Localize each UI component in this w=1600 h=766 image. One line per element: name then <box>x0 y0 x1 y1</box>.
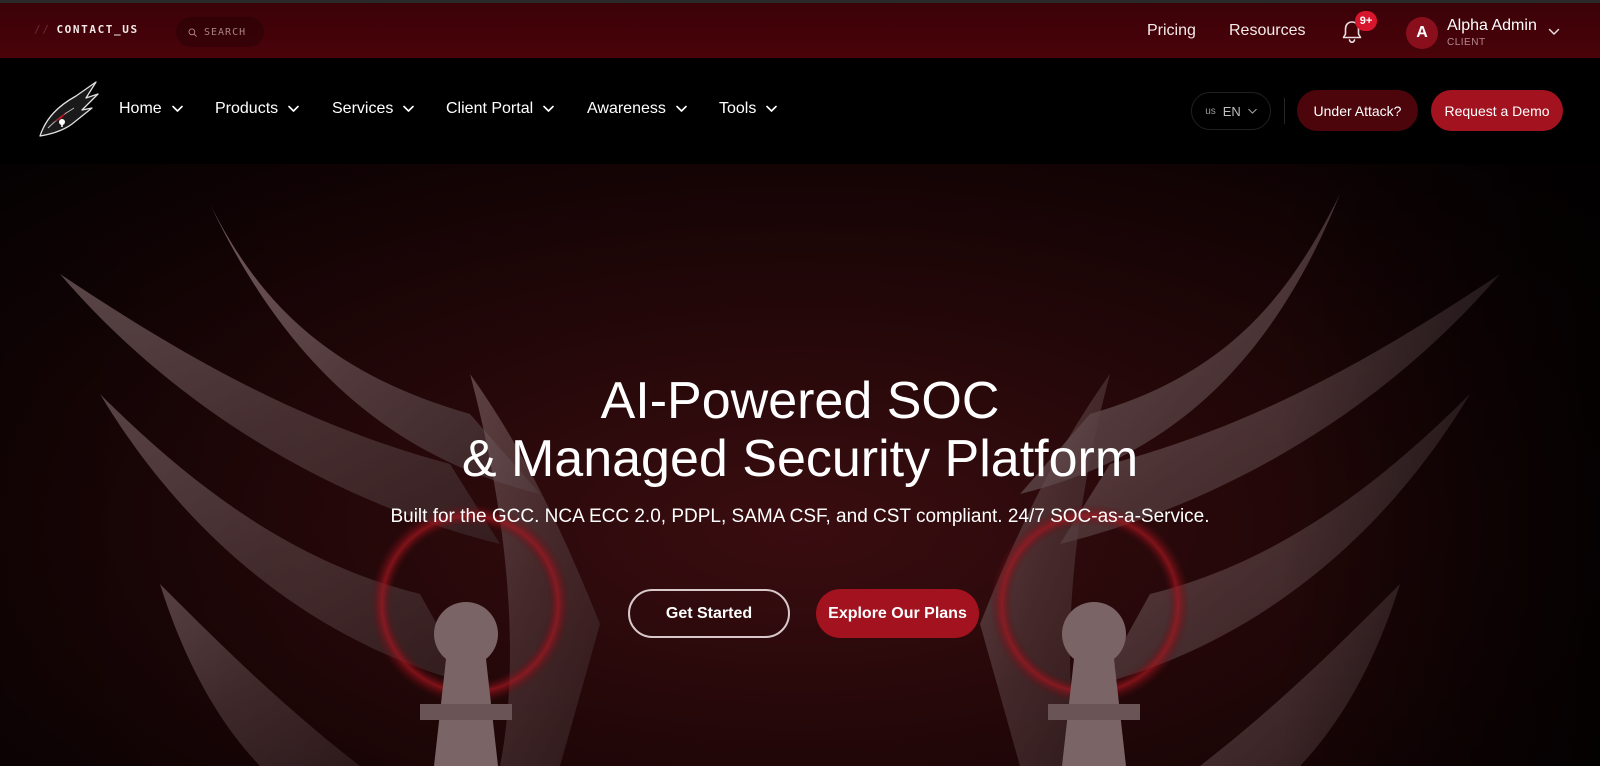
nav-awareness[interactable]: Awareness <box>587 100 687 118</box>
language-selector[interactable]: us EN <box>1191 92 1271 130</box>
chevron-down-icon <box>171 105 183 112</box>
hero-subtitle: Built for the GCC. NCA ECC 2.0, PDPL, SA… <box>390 506 1210 527</box>
nav-products-label: Products <box>215 100 279 117</box>
nav-home-label: Home <box>119 100 162 117</box>
nav-home[interactable]: Home <box>119 100 183 118</box>
language-code: EN <box>1222 103 1241 119</box>
nav-client-portal-label: Client Portal <box>446 100 534 117</box>
top-utility-bar: // CONTACT_US Pricing Resources 9+ A Alph… <box>0 0 1600 58</box>
nav-tools[interactable]: Tools <box>719 100 778 118</box>
nav-services-label: Services <box>332 100 394 117</box>
chevron-down-icon <box>1248 108 1257 114</box>
dragon-logo[interactable] <box>36 78 100 142</box>
hero-title: AI-Powered SOC & Managed Security Platfo… <box>0 372 1600 488</box>
chevron-down-icon <box>676 105 687 112</box>
hero-title-line2: & Managed Security Platform <box>461 430 1139 488</box>
search-input[interactable] <box>204 26 264 38</box>
user-name[interactable]: Alpha Admin <box>1447 17 1537 35</box>
main-navbar: Home Products Services Client Portal Awa… <box>0 58 1600 164</box>
request-demo-button[interactable]: Request a Demo <box>1431 90 1563 131</box>
nav-tools-label: Tools <box>719 100 757 117</box>
contact-us-label: CONTACT_US <box>56 23 139 36</box>
explore-plans-button[interactable]: Explore Our Plans <box>816 589 979 638</box>
chevron-down-icon <box>543 105 554 112</box>
nav-client-portal[interactable]: Client Portal <box>446 100 554 118</box>
us-flag-icon: us <box>1205 105 1216 117</box>
nav-divider <box>1284 98 1285 124</box>
user-role: CLIENT <box>1447 37 1486 48</box>
chevron-down-icon <box>403 105 415 112</box>
search-icon <box>188 28 197 37</box>
contact-prefix: // <box>34 23 51 36</box>
get-started-button[interactable]: Get Started <box>628 589 790 638</box>
chevron-down-icon <box>288 105 299 112</box>
pricing-link[interactable]: Pricing <box>1147 22 1196 40</box>
resources-link[interactable]: Resources <box>1229 22 1305 40</box>
hero-section: AI-Powered SOC & Managed Security Platfo… <box>0 164 1600 766</box>
nav-awareness-label: Awareness <box>587 100 666 117</box>
chevron-down-icon <box>766 105 778 112</box>
notification-badge: 9+ <box>1355 11 1377 31</box>
nav-services[interactable]: Services <box>332 100 415 118</box>
search-box[interactable] <box>176 17 264 47</box>
nav-products[interactable]: Products <box>215 100 299 118</box>
chevron-down-icon[interactable] <box>1548 27 1560 37</box>
under-attack-button[interactable]: Under Attack? <box>1297 90 1418 131</box>
hero-title-line1: AI-Powered SOC <box>600 372 1000 430</box>
avatar[interactable]: A <box>1406 17 1438 49</box>
contact-us-link[interactable]: // CONTACT_US <box>34 23 139 36</box>
